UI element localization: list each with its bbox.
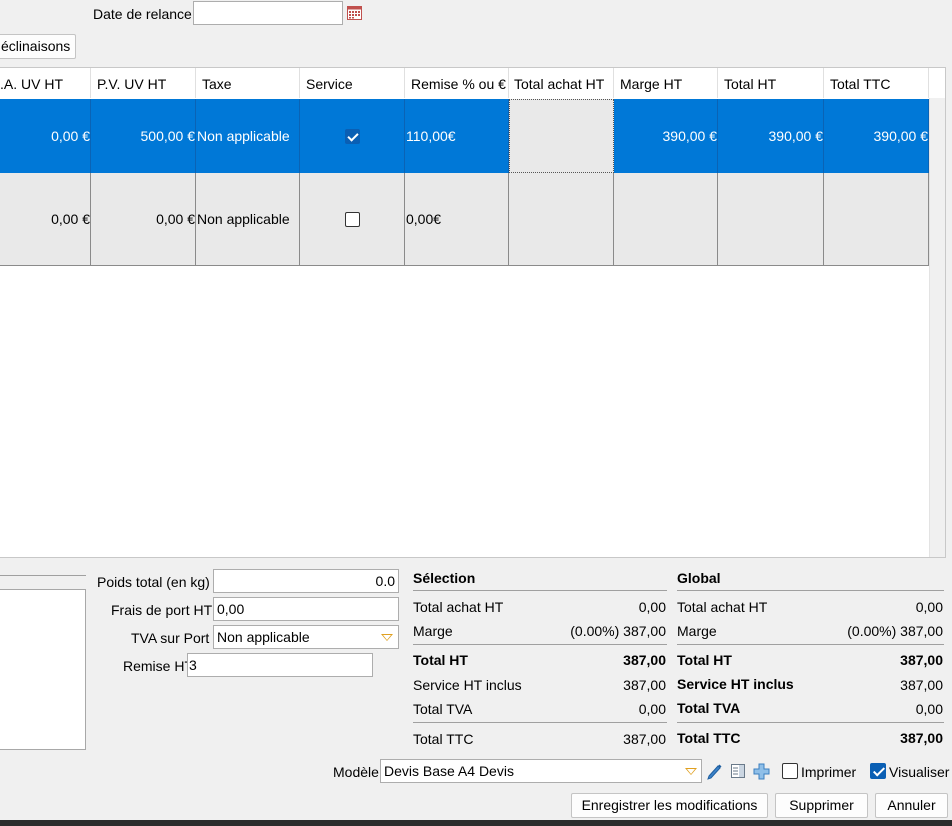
table-row[interactable]: 0,00 € 500,00 € Non applicable 110,00€ 3… xyxy=(0,99,929,173)
cell-pa[interactable]: 0,00 € xyxy=(0,99,91,173)
selection-total-achat-label: Total achat HT xyxy=(413,599,504,615)
cell-total-ht[interactable] xyxy=(718,173,824,265)
selection-divider xyxy=(413,644,667,645)
selection-ttc-value: 387,00 xyxy=(623,731,666,747)
global-marge-label: Marge xyxy=(677,623,717,639)
global-total-ht-label: Total HT xyxy=(677,652,732,668)
selection-service-label: Service HT inclus xyxy=(413,677,522,693)
global-divider xyxy=(677,644,944,645)
cell-pa[interactable]: 0,00 € xyxy=(0,173,91,265)
selection-divider xyxy=(413,722,667,723)
calendar-icon[interactable] xyxy=(347,6,362,20)
lines-table: .A. UV HT P.V. UV HT Taxe Service Remise… xyxy=(0,67,946,558)
service-checkbox[interactable] xyxy=(344,128,360,144)
add-plus-icon[interactable] xyxy=(753,763,770,780)
global-total-achat-label: Total achat HT xyxy=(677,599,768,615)
cell-total-achat[interactable] xyxy=(509,173,614,265)
notes-textarea[interactable] xyxy=(0,589,86,750)
cell-remise[interactable]: 110,00€ xyxy=(405,99,509,173)
preview-icon[interactable] xyxy=(730,763,746,779)
col-header-remise[interactable]: Remise % ou € xyxy=(405,68,509,98)
col-header-taxe[interactable]: Taxe xyxy=(196,68,300,98)
col-header-pa[interactable]: .A. UV HT xyxy=(0,68,91,98)
selection-total-ht-label: Total HT xyxy=(413,652,468,668)
global-divider xyxy=(677,590,944,591)
global-service-label: Service HT inclus xyxy=(677,676,794,692)
poids-input[interactable]: 0.0 xyxy=(213,569,399,593)
declinaisons-button[interactable]: éclinaisons xyxy=(0,34,76,59)
global-tva-label: Total TVA xyxy=(677,700,741,716)
selection-title: Sélection xyxy=(413,570,476,586)
cell-total-ht[interactable]: 390,00 € xyxy=(718,99,824,173)
selection-service-value: 387,00 xyxy=(623,677,666,693)
selection-marge-label: Marge xyxy=(413,623,453,639)
delete-button[interactable]: Supprimer xyxy=(775,793,868,818)
chevron-down-icon[interactable] xyxy=(685,768,697,775)
date-relance-label: Date de relance xyxy=(93,6,192,22)
cell-remise[interactable]: 0,00€ xyxy=(405,173,509,265)
col-header-total-achat[interactable]: Total achat HT xyxy=(509,68,614,98)
cell-total-ttc[interactable]: 390,00 € xyxy=(824,99,929,173)
selection-total-ht-value: 387,00 xyxy=(623,652,666,668)
col-header-total-ht[interactable]: Total HT xyxy=(718,68,824,98)
remise-ht-label: Remise HT xyxy=(123,658,194,674)
selection-tva-label: Total TVA xyxy=(413,701,473,717)
global-title: Global xyxy=(677,570,721,586)
visualiser-checkbox[interactable] xyxy=(870,763,886,779)
modele-select[interactable]: Devis Base A4 Devis xyxy=(380,759,702,783)
global-ttc-label: Total TTC xyxy=(677,730,741,746)
selection-tva-value: 0,00 xyxy=(638,701,666,717)
save-button[interactable]: Enregistrer les modifications xyxy=(571,793,768,818)
tva-port-value: Non applicable xyxy=(217,629,310,645)
remise-ht-input[interactable]: 3 xyxy=(187,653,373,677)
imprimer-checkbox[interactable] xyxy=(782,763,798,779)
cell-marge[interactable] xyxy=(614,173,718,265)
taskbar-edge xyxy=(0,820,952,826)
global-tva-value: 0,00 xyxy=(915,701,943,717)
imprimer-label: Imprimer xyxy=(801,764,857,780)
selection-marge-value: (0.00%) 387,00 xyxy=(570,623,666,639)
edit-pencil-icon[interactable] xyxy=(706,762,722,780)
selection-divider xyxy=(413,590,667,591)
modele-value: Devis Base A4 Devis xyxy=(384,763,514,779)
tva-port-label: TVA sur Port xyxy=(131,630,210,646)
tva-port-select[interactable]: Non applicable xyxy=(213,625,399,649)
cell-service[interactable] xyxy=(300,99,405,173)
selection-ttc-label: Total TTC xyxy=(413,731,474,747)
col-header-pv[interactable]: P.V. UV HT xyxy=(91,68,196,98)
cell-service[interactable] xyxy=(300,173,405,265)
frais-port-input[interactable]: 0,00 xyxy=(213,597,399,621)
global-marge-value: (0.00%) 387,00 xyxy=(847,623,943,639)
poids-label: Poids total (en kg) xyxy=(97,574,210,590)
modele-label: Modèle xyxy=(333,764,379,780)
cell-taxe[interactable]: Non applicable xyxy=(196,99,300,173)
date-relance-input[interactable] xyxy=(193,1,343,25)
cell-total-achat[interactable] xyxy=(509,99,614,173)
table-header: .A. UV HT P.V. UV HT Taxe Service Remise… xyxy=(0,68,929,98)
cell-marge[interactable]: 390,00 € xyxy=(614,99,718,173)
global-total-achat-value: 0,00 xyxy=(915,599,943,615)
col-header-total-ttc[interactable]: Total TTC xyxy=(824,68,929,98)
visualiser-label: Visualiser xyxy=(889,764,950,780)
global-divider xyxy=(677,722,944,723)
cell-pv[interactable]: 500,00 € xyxy=(91,99,196,173)
cell-taxe[interactable]: Non applicable xyxy=(196,173,300,265)
selection-total-achat-value: 0,00 xyxy=(638,599,666,615)
notes-divider xyxy=(0,575,86,576)
global-service-value: 387,00 xyxy=(900,677,943,693)
cell-total-ttc[interactable] xyxy=(824,173,929,265)
global-total-ht-value: 387,00 xyxy=(900,652,943,668)
service-checkbox[interactable] xyxy=(344,211,360,227)
cancel-button[interactable]: Annuler xyxy=(875,793,948,818)
col-header-service[interactable]: Service xyxy=(300,68,405,98)
cell-pv[interactable]: 0,00 € xyxy=(91,173,196,265)
chevron-down-icon[interactable] xyxy=(381,634,393,641)
global-ttc-value: 387,00 xyxy=(900,730,943,746)
col-header-marge[interactable]: Marge HT xyxy=(614,68,718,98)
table-vertical-scrollbar[interactable] xyxy=(929,98,945,557)
frais-port-label: Frais de port HT xyxy=(111,602,213,618)
table-row[interactable]: 0,00 € 0,00 € Non applicable 0,00€ xyxy=(0,173,929,266)
